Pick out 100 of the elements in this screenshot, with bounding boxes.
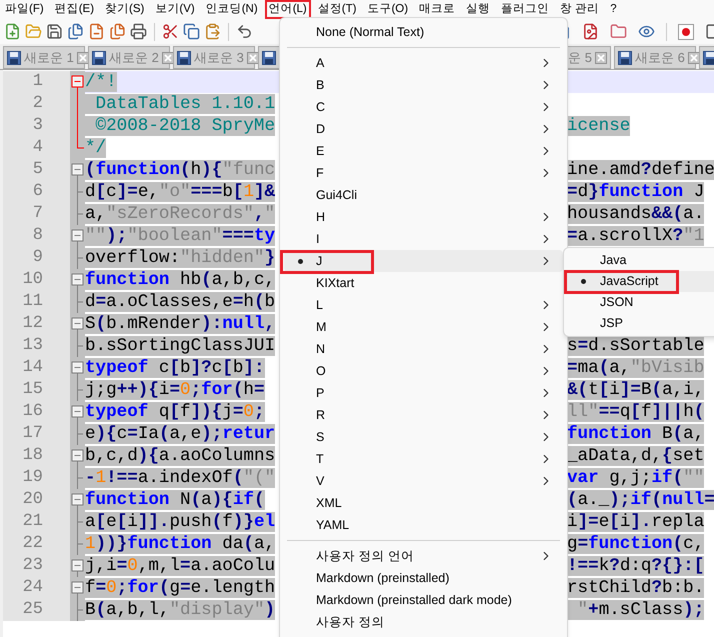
- menu-item[interactable]: None (Normal Text): [284, 21, 563, 43]
- close-icon[interactable]: [595, 52, 607, 64]
- undo-icon[interactable]: [236, 23, 253, 40]
- folder-icon[interactable]: [610, 23, 627, 40]
- line-number: 3: [3, 115, 70, 137]
- menu-item[interactable]: Markdown (preinstalled): [284, 567, 563, 589]
- files-icon[interactable]: [67, 23, 84, 40]
- menu-item[interactable]: 사용자 정의: [284, 611, 563, 633]
- image-file-icon[interactable]: [582, 23, 599, 40]
- code-text: function B(a,: [567, 424, 704, 444]
- fold-toggle-icon[interactable]: [70, 71, 85, 93]
- printer-icon[interactable]: [130, 23, 147, 40]
- menu-item[interactable]: C: [284, 96, 563, 118]
- code-text: overflow:"hidden"}: [85, 248, 276, 268]
- menu-item[interactable]: I: [284, 228, 563, 250]
- line-number: 8: [3, 225, 70, 247]
- menu-item[interactable]: A: [284, 52, 563, 74]
- code-text: typeof c[b]?c[b]:: [85, 358, 265, 378]
- close-icon[interactable]: [246, 52, 259, 64]
- line-number: 13: [3, 335, 70, 357]
- tab-label: 새로운 1: [24, 48, 74, 67]
- menu-item[interactable]: E: [284, 140, 563, 162]
- line-number: 1: [3, 71, 70, 93]
- menu-item[interactable]: R: [284, 404, 563, 426]
- save-icon[interactable]: [46, 23, 63, 40]
- menu-bar-item[interactable]: 보기(V): [151, 0, 199, 19]
- record-icon[interactable]: [678, 24, 694, 40]
- paste-icon[interactable]: [204, 23, 221, 40]
- menu-bar-item[interactable]: ?: [606, 0, 621, 19]
- menu-item[interactable]: V: [284, 470, 563, 492]
- menu-item[interactable]: B: [284, 74, 563, 96]
- menu-item[interactable]: JSP: [566, 313, 714, 334]
- scissors-icon[interactable]: [162, 23, 179, 40]
- copy-icon[interactable]: [183, 23, 200, 40]
- line-number: 14: [3, 357, 70, 379]
- menu-item[interactable]: T: [284, 448, 563, 470]
- menu-item[interactable]: S: [284, 426, 563, 448]
- line-number: 10: [3, 269, 70, 291]
- menu-item[interactable]: L: [284, 294, 563, 316]
- code-text: B(a,b,l,"display"): [85, 600, 276, 620]
- new-file-icon[interactable]: [4, 23, 21, 40]
- code-text: (function(h){"func: [85, 160, 276, 180]
- line-number: 7: [3, 203, 70, 225]
- menu-item[interactable]: O: [284, 360, 563, 382]
- floppy-icon: [92, 50, 106, 64]
- code-text: "+m.sClass);: [567, 600, 704, 620]
- floppy-icon: [703, 50, 714, 64]
- floppy-icon: [618, 50, 632, 64]
- line-number: 19: [3, 467, 70, 489]
- code-text: =ma(a,"bVisib: [567, 358, 704, 378]
- menu-item[interactable]: N: [284, 338, 563, 360]
- line-number: 18: [3, 445, 70, 467]
- menu-bar-item[interactable]: 파일(F): [1, 0, 48, 19]
- line-number: 11: [3, 291, 70, 313]
- floppy-icon: [262, 50, 276, 64]
- menu-item[interactable]: F: [284, 162, 563, 184]
- close-icon[interactable]: [76, 52, 89, 64]
- tab-label: 새로운 2: [109, 48, 159, 67]
- menu-item[interactable]: XML: [284, 492, 563, 514]
- floppy-icon: [177, 50, 191, 64]
- code-text: var g,j;if("": [567, 468, 704, 488]
- file-minus-icon[interactable]: [88, 23, 105, 40]
- code-text: ll"==q[f]||h(: [567, 402, 704, 422]
- line-number: 6: [3, 181, 70, 203]
- menu-item[interactable]: M: [284, 316, 563, 338]
- code-text: !==k?d:q?{}:[: [567, 556, 704, 576]
- code-text: e){c=Ia(a,e);retur: [85, 424, 276, 444]
- close-icon[interactable]: [162, 52, 174, 64]
- menu-item[interactable]: Markdown (preinstalled dark mode): [284, 589, 563, 611]
- menu-bar-item[interactable]: 도구(O): [363, 0, 412, 19]
- menu-item[interactable]: Gui4Cli: [284, 184, 563, 206]
- menu-item[interactable]: P: [284, 382, 563, 404]
- menu-bar-item[interactable]: 설정(T): [314, 0, 360, 19]
- line-number: 21: [3, 511, 70, 533]
- code-text: =d}function J: [567, 182, 704, 202]
- menu-bar-item[interactable]: 편집(E): [50, 0, 98, 19]
- code-text: i]=e[i].repla: [567, 512, 704, 532]
- menu-item[interactable]: 사용자 정의 언어: [284, 545, 563, 567]
- menu-item[interactable]: Java: [566, 250, 714, 271]
- menu-item[interactable]: YAML: [284, 514, 563, 536]
- code-text: _aData,d,{set: [567, 446, 704, 466]
- code-text: j;g++){i=0;for(h=: [85, 380, 265, 400]
- menu-item[interactable]: JSON: [566, 292, 714, 313]
- code-text: ine.amd?define: [567, 160, 714, 180]
- menu-bar-item[interactable]: 실행: [462, 0, 494, 19]
- code-text: icense: [567, 116, 630, 136]
- menu-item[interactable]: H: [284, 206, 563, 228]
- code-text: housands&&(a.: [567, 204, 704, 224]
- menu-bar-item[interactable]: 플러그인: [497, 0, 554, 19]
- files-icon[interactable]: [109, 23, 126, 40]
- menu-bar-item[interactable]: 창 관리: [556, 0, 604, 19]
- menu-bar-item[interactable]: 찾기(S): [101, 0, 148, 19]
- code-text: g=function(c,: [567, 534, 704, 554]
- eye-icon[interactable]: [638, 23, 655, 40]
- menu-bar-item[interactable]: 매크로: [415, 0, 460, 19]
- line-number: 4: [3, 137, 70, 159]
- menu-item[interactable]: D: [284, 118, 563, 140]
- menu-bar-item[interactable]: 인코딩(N): [202, 0, 262, 19]
- menu-item[interactable]: KIXtart: [284, 272, 563, 294]
- menu-item[interactable]: JavaScript: [566, 271, 714, 292]
